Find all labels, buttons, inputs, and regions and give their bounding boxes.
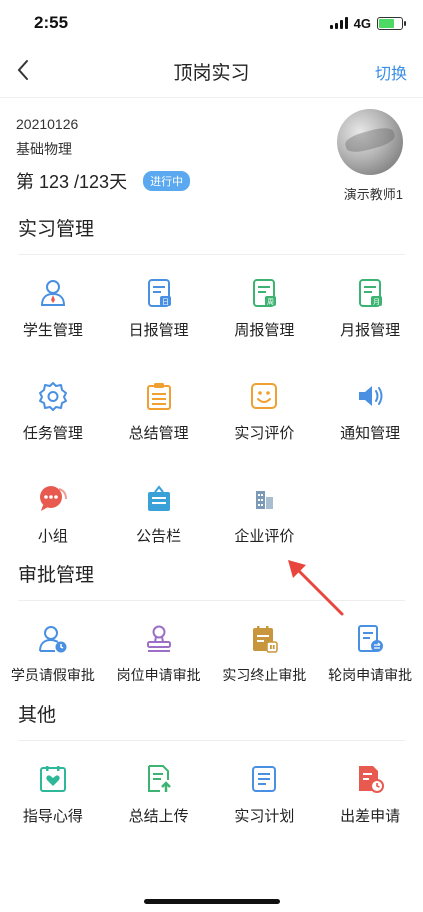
internship-evaluation-button[interactable]: 实习评价 (212, 358, 318, 461)
other-grid: 指导心得 总结上传 实习计划 出差申请 (0, 741, 423, 844)
svg-text:月: 月 (373, 298, 380, 306)
cell-label: 指导心得 (22, 808, 83, 825)
cell-label: 周报管理 (234, 322, 295, 339)
guidance-notes-button[interactable]: 指导心得 (0, 741, 106, 844)
business-trip-icon (354, 763, 386, 795)
daily-report-icon: 日 (143, 277, 175, 309)
cell-label: 公告栏 (136, 528, 182, 545)
cell-label: 实习评价 (234, 425, 295, 442)
terminate-icon (248, 623, 280, 655)
approval-section: 审批管理 学员请假审批 岗位申请审批 实习终止审批 轮岗申请审批 (0, 560, 423, 704)
summary-icon (143, 380, 175, 412)
annotation-arrow-icon (288, 560, 344, 616)
cell-label: 通知管理 (340, 425, 401, 442)
status-bar: 2:55 4G (0, 0, 423, 46)
business-trip-button[interactable]: 出差申请 (317, 741, 423, 844)
approval-grid: 学员请假审批 岗位申请审批 实习终止审批 轮岗申请审批 (0, 601, 423, 704)
svg-text:周: 周 (267, 298, 274, 306)
cell-label: 小组 (37, 528, 68, 545)
speaker-icon (354, 380, 386, 412)
nav-bar: 顶岗实习 切换 (0, 46, 423, 98)
cell-label: 总结上传 (128, 808, 189, 825)
position-approval-button[interactable]: 岗位申请审批 (106, 601, 212, 704)
home-indicator[interactable] (143, 899, 280, 904)
page-title: 顶岗实习 (173, 63, 250, 84)
summary-management-button[interactable]: 总结管理 (106, 358, 212, 461)
cell-label: 实习计划 (234, 808, 295, 825)
monthly-report-icon: 月 (354, 277, 386, 309)
internship-section: 实习管理 学生管理 日 日报管理 周 周报管理 月 月报管理 任务管理 总结管理… (0, 214, 423, 564)
task-management-button[interactable]: 任务管理 (0, 358, 106, 461)
avatar[interactable] (337, 109, 403, 175)
summary-upload-button[interactable]: 总结上传 (106, 741, 212, 844)
guidance-heart-icon (37, 763, 69, 795)
day-progress: 第 123 /123天 (16, 172, 128, 192)
chat-group-icon (37, 483, 69, 515)
section-title-internship: 实习管理 (18, 219, 95, 240)
cell-label: 月报管理 (340, 322, 401, 339)
battery-icon (377, 16, 406, 30)
notice-management-button[interactable]: 通知管理 (317, 358, 423, 461)
signal-icon (329, 17, 348, 29)
task-gear-icon (37, 380, 69, 412)
bulletin-board-icon (143, 483, 175, 515)
cell-label: 学员请假审批 (10, 667, 95, 683)
cell-label: 实习终止审批 (222, 667, 307, 683)
cell-label: 岗位申请审批 (116, 667, 201, 683)
internship-plan-button[interactable]: 实习计划 (212, 741, 318, 844)
leave-approval-button[interactable]: 学员请假审批 (0, 601, 106, 704)
svg-text:日: 日 (162, 298, 169, 306)
rotation-icon (354, 623, 386, 655)
other-section: 其他 指导心得 总结上传 实习计划 出差申请 (0, 700, 423, 844)
monthly-report-button[interactable]: 月 月报管理 (317, 255, 423, 358)
building-icon (248, 483, 280, 515)
stamp-icon (143, 623, 175, 655)
switch-button[interactable]: 切换 (367, 60, 407, 84)
weekly-report-icon: 周 (248, 277, 280, 309)
upload-icon (143, 763, 175, 795)
teacher-name: 演示教师1 (343, 187, 403, 202)
bulletin-board-button[interactable]: 公告栏 (106, 461, 212, 564)
internship-grid: 学生管理 日 日报管理 周 周报管理 月 月报管理 任务管理 总结管理 实习评价… (0, 255, 423, 564)
leave-approval-icon (37, 623, 69, 655)
internship-profile: 20210126 基础物理 第 123 /123天 进行中 演示教师1 (0, 98, 423, 214)
status-time: 2:55 (34, 13, 69, 32)
status-badge: 进行中 (143, 171, 191, 191)
student-icon (37, 277, 69, 309)
weekly-report-button[interactable]: 周 周报管理 (212, 255, 318, 358)
section-title-other: 其他 (18, 705, 57, 726)
back-button[interactable] (16, 59, 56, 85)
plan-icon (248, 763, 280, 795)
evaluation-smile-icon (248, 380, 280, 412)
daily-report-button[interactable]: 日 日报管理 (106, 255, 212, 358)
chevron-left-icon (17, 59, 28, 80)
enterprise-evaluation-button[interactable]: 企业评价 (212, 461, 318, 564)
empty-cell (317, 461, 423, 564)
status-indicators: 4G (329, 15, 406, 31)
cell-label: 学生管理 (22, 322, 83, 339)
cell-label: 总结管理 (128, 425, 189, 442)
cell-label: 企业评价 (234, 528, 295, 545)
cell-label: 任务管理 (22, 425, 83, 442)
cell-label: 轮岗申请审批 (328, 667, 413, 683)
group-button[interactable]: 小组 (0, 461, 106, 564)
cell-label: 日报管理 (128, 322, 189, 339)
student-management-button[interactable]: 学生管理 (0, 255, 106, 358)
cell-label: 出差申请 (340, 808, 401, 825)
network-label: 4G (353, 15, 371, 31)
section-title-approval: 审批管理 (18, 565, 95, 586)
